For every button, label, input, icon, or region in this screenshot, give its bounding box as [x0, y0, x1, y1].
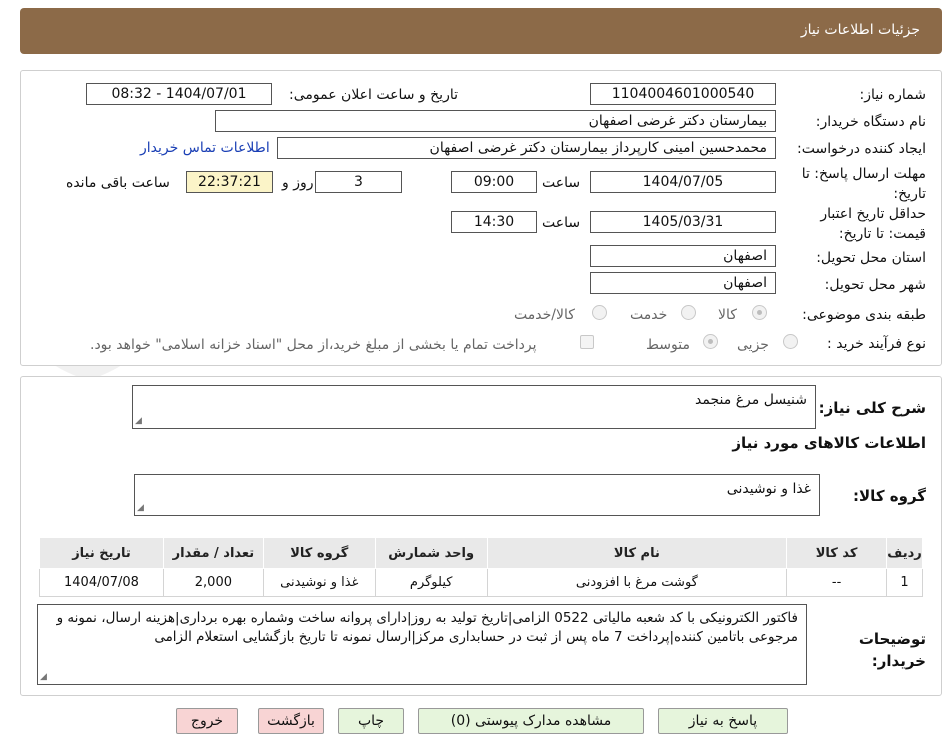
- table-row: 1 -- گوشت مرغ با افزودنی کیلوگرم غذا و ن…: [39, 568, 923, 597]
- resize-handle-icon[interactable]: ◢: [137, 503, 147, 513]
- buyer-contact-link[interactable]: اطلاعات تماس خریدار: [140, 140, 270, 156]
- remaining-label: ساعت باقی مانده: [66, 175, 170, 191]
- cell-quantity: 2,000: [162, 568, 264, 597]
- attachments-button[interactable]: مشاهده مدارک پیوستی (0): [418, 708, 644, 734]
- goods-group-text: غذا و نوشیدنی: [726, 481, 811, 497]
- general-desc-label: شرح کلی نیاز:: [818, 399, 926, 417]
- deadline-time-label: ساعت: [542, 175, 581, 191]
- creator-field: محمدحسین امینی کارپرداز بیمارستان دکتر غ…: [277, 137, 776, 159]
- resize-handle-icon[interactable]: ◢: [135, 416, 145, 426]
- validity-label: حداقل تاریخ اعتبار قیمت: تا تاریخ:: [820, 206, 926, 242]
- goods-table: ردیف کد کالا نام کالا واحد شمارش گروه کا…: [39, 537, 923, 597]
- buyer-org-label: نام دستگاه خریدار:: [815, 114, 926, 130]
- back-button[interactable]: بازگشت: [258, 708, 324, 734]
- resize-handle-icon[interactable]: ◢: [40, 672, 50, 682]
- announce-datetime-field: 1404/07/01 - 08:32: [86, 83, 272, 105]
- process-radio-minor[interactable]: [783, 334, 798, 349]
- deadline-time-field: 09:00: [451, 171, 537, 193]
- cell-name: گوشت مرغ با افزودنی: [486, 568, 788, 597]
- payment-note: پرداخت تمام یا بخشی از مبلغ خرید،از محل …: [90, 337, 537, 353]
- buyer-notes-text: فاکتور الکترونیکی با کد شعبه مالیاتی 052…: [56, 610, 798, 645]
- col-row: ردیف: [886, 537, 923, 569]
- goods-table-header: ردیف کد کالا نام کالا واحد شمارش گروه کا…: [39, 537, 923, 569]
- cell-unit: کیلوگرم: [374, 568, 488, 597]
- creator-label: ایجاد کننده درخواست:: [797, 141, 926, 157]
- col-unit: واحد شمارش: [374, 537, 488, 569]
- goods-group-field: غذا و نوشیدنی ◢: [134, 474, 820, 516]
- cell-group: غذا و نوشیدنی: [262, 568, 376, 597]
- category-option-goods-service: کالا/خدمت: [514, 307, 575, 323]
- general-desc-text: شنیسل مرغ منجمد: [695, 392, 807, 408]
- deadline-date-field: 1404/07/05: [590, 171, 776, 193]
- province-label: استان محل تحویل:: [816, 250, 926, 266]
- cell-need-date: 1404/07/08: [39, 568, 164, 597]
- validity-date-field: 1405/03/31: [590, 211, 776, 233]
- treasury-bonds-checkbox[interactable]: [580, 335, 594, 349]
- reply-button[interactable]: پاسخ به نیاز: [658, 708, 788, 734]
- province-field: اصفهان: [590, 245, 776, 267]
- print-button[interactable]: چاپ: [338, 708, 404, 734]
- days-field: 3: [315, 171, 402, 193]
- category-label: طبقه بندی موضوعی:: [802, 307, 926, 323]
- days-label: روز و: [282, 175, 314, 191]
- cell-code: --: [786, 568, 888, 597]
- cell-row: 1: [886, 568, 923, 597]
- process-option-medium: متوسط: [646, 337, 690, 353]
- col-name: نام کالا: [486, 537, 788, 569]
- process-option-minor: جزیی: [737, 337, 769, 353]
- exit-button[interactable]: خروج: [176, 708, 238, 734]
- col-need-date: تاریخ نیاز: [39, 537, 164, 569]
- announce-label: تاریخ و ساعت اعلان عمومی:: [289, 87, 458, 103]
- validity-time-label: ساعت: [542, 215, 581, 231]
- general-desc-field: شنیسل مرغ منجمد ◢: [132, 385, 816, 429]
- buyer-notes-field: فاکتور الکترونیکی با کد شعبه مالیاتی 052…: [37, 604, 807, 685]
- category-option-goods: کالا: [718, 307, 737, 323]
- category-radio-goods-service[interactable]: [592, 305, 607, 320]
- process-radio-medium[interactable]: [703, 334, 718, 349]
- process-label: نوع فرآیند خرید :: [827, 336, 926, 352]
- deadline-label: مهلت ارسال پاسخ: تا تاریخ:: [801, 166, 926, 202]
- buyer-org-field: بیمارستان دکتر غرضی اصفهان: [215, 110, 776, 132]
- goods-group-label: گروه کالا:: [853, 487, 926, 505]
- category-option-service: خدمت: [630, 307, 668, 323]
- page-header: جزئیات اطلاعات نیاز: [20, 8, 942, 54]
- validity-time-field: 14:30: [451, 211, 537, 233]
- category-radio-service[interactable]: [681, 305, 696, 320]
- page-title: جزئیات اطلاعات نیاز: [800, 22, 920, 38]
- city-label: شهر محل تحویل:: [824, 277, 926, 293]
- city-field: اصفهان: [590, 272, 776, 294]
- col-group: گروه کالا: [262, 537, 376, 569]
- goods-info-title: اطلاعات کالاهای مورد نیاز: [732, 434, 926, 452]
- col-code: کد کالا: [786, 537, 888, 569]
- remaining-time-field: 22:37:21: [186, 171, 273, 193]
- need-number-field: 1104004601000540: [590, 83, 776, 105]
- buyer-notes-label: توضیحات خریدار:: [858, 630, 926, 670]
- need-number-label: شماره نیاز:: [859, 87, 927, 103]
- category-radio-goods[interactable]: [752, 305, 767, 320]
- col-quantity: تعداد / مقدار: [162, 537, 264, 569]
